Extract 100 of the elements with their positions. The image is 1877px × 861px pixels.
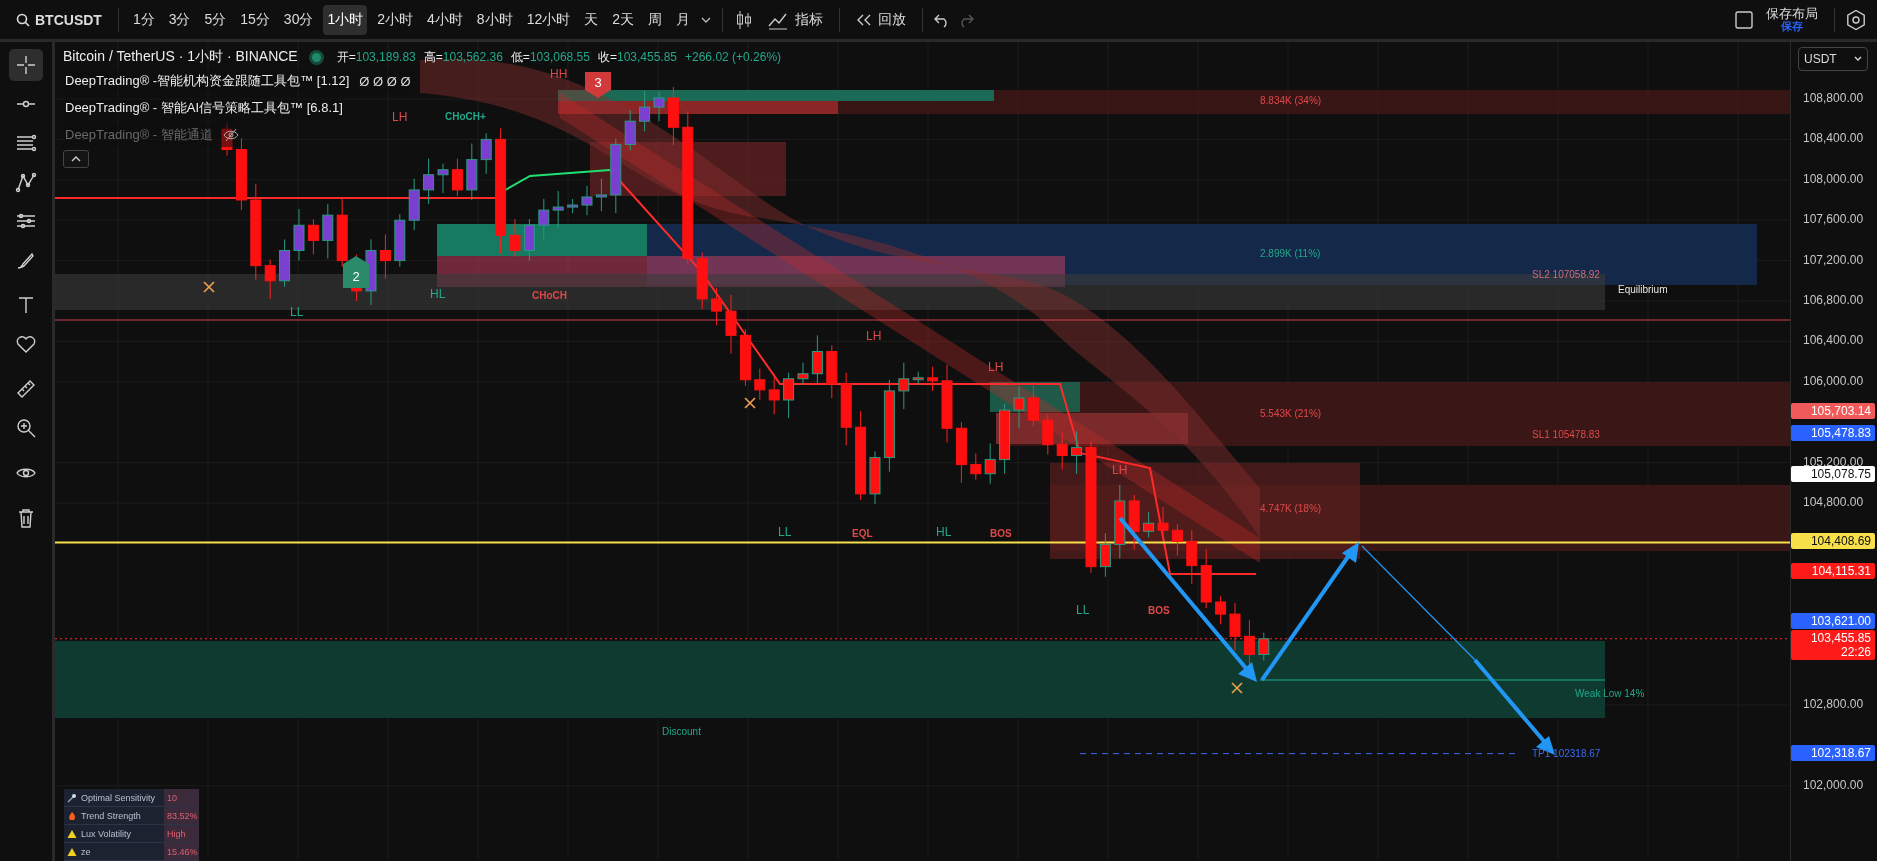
price-tick: 102,800.00 xyxy=(1803,697,1864,711)
interval-tab[interactable]: 8小时 xyxy=(472,4,517,35)
price-tick: 108,400.00 xyxy=(1803,131,1864,146)
price-tag: 105,478.83 xyxy=(1791,425,1875,442)
symbol-search[interactable]: BTCUSDT xyxy=(10,7,108,32)
stat-label: Optimal Sensitivity xyxy=(64,792,164,803)
interval-tab[interactable]: 2天 xyxy=(608,4,638,35)
chart-label: HL xyxy=(936,525,952,539)
candle xyxy=(1171,523,1183,556)
chart-label: LL xyxy=(1076,603,1090,617)
candle xyxy=(667,86,679,146)
interval-tab[interactable]: 5分 xyxy=(200,4,231,35)
price-tick: 102,000.00 xyxy=(1803,777,1864,792)
eye-off-icon[interactable] xyxy=(222,128,239,142)
indicators-button[interactable]: 指标 xyxy=(761,5,829,34)
candle xyxy=(581,185,593,216)
chart-label: EQL xyxy=(852,528,873,539)
interval-tab[interactable]: 周 xyxy=(644,4,666,35)
ohlc-value: 低=103,068.55 xyxy=(510,48,590,66)
interval-tab[interactable]: 4小时 xyxy=(423,4,467,35)
candle xyxy=(466,142,478,201)
candle xyxy=(1157,506,1169,541)
ohlc-value: 开=103,189.83 xyxy=(336,48,416,66)
candle xyxy=(639,90,651,132)
square-icon[interactable] xyxy=(1734,9,1754,30)
candle xyxy=(1200,548,1212,609)
price-tag: 104,408.69 xyxy=(1791,533,1875,550)
stat-value: 15.46% xyxy=(164,843,199,860)
interval-tab[interactable]: 30分 xyxy=(279,4,318,35)
candle xyxy=(955,421,967,484)
candle xyxy=(1128,494,1140,550)
candle xyxy=(739,328,751,387)
chart-label: SL1 105478.83 xyxy=(1532,429,1600,440)
indicator-legend[interactable]: DeepTrading® -智能机构资金跟随工具包™ [1.12] Ø Ø Ø Ø xyxy=(63,69,413,93)
candle xyxy=(552,190,564,229)
interval-tab[interactable]: 15分 xyxy=(236,4,274,35)
candle xyxy=(567,198,579,214)
chart-label: LH xyxy=(392,110,408,124)
candle xyxy=(927,366,939,392)
candle xyxy=(1056,432,1068,471)
crosshair-icon[interactable] xyxy=(9,49,43,81)
candle xyxy=(1143,511,1155,538)
chart-label: SL2 107058.92 xyxy=(1532,269,1600,280)
candle xyxy=(293,208,305,262)
candle xyxy=(264,259,276,300)
candle xyxy=(970,453,982,481)
search-icon xyxy=(16,12,30,27)
candle xyxy=(711,287,723,326)
replay-button[interactable]: 回放 xyxy=(850,6,912,33)
candle xyxy=(523,218,535,262)
price-tag: 102,318.67 xyxy=(1791,744,1875,761)
candle xyxy=(653,91,665,122)
flame-icon xyxy=(67,810,77,821)
candle xyxy=(912,371,924,386)
indicator-values: Ø Ø Ø Ø xyxy=(359,73,411,89)
candle xyxy=(1258,632,1270,662)
candle xyxy=(322,203,334,260)
interval-tab[interactable]: 天 xyxy=(580,4,603,35)
candle xyxy=(984,442,996,485)
price-tick: 108,800.00 xyxy=(1803,91,1864,105)
chart-label: LH xyxy=(1112,463,1128,477)
save-layout-title: 保存布局 xyxy=(1766,6,1818,21)
stat-value: 10 xyxy=(164,789,199,806)
price-tick: 107,200.00 xyxy=(1803,252,1864,267)
ohlc-value: 高=103,562.36 xyxy=(423,48,503,66)
candle xyxy=(1229,602,1241,651)
caret-up-icon xyxy=(70,155,82,163)
interval-tab[interactable]: 12小时 xyxy=(522,4,575,35)
interval-tab[interactable]: 3分 xyxy=(164,4,195,35)
candle xyxy=(1042,413,1054,455)
candle xyxy=(754,368,766,401)
symbol-title: Bitcoin / TetherUS · 1小时 · BINANCE xyxy=(63,48,298,66)
save-status: 保存 xyxy=(1781,20,1803,33)
settings-icon[interactable] xyxy=(1845,8,1867,31)
chart-label: Weak Low 14% xyxy=(1575,688,1645,699)
price-tick: 106,800.00 xyxy=(1803,293,1864,307)
save-layout-button[interactable]: 保存布局 保存 xyxy=(1760,6,1824,33)
price-change: +266.02 (+0.26%) xyxy=(685,50,782,64)
interval-tab[interactable]: 1分 xyxy=(128,4,159,35)
chart-label: 5.543K (21%) xyxy=(1260,408,1322,419)
currency-dropdown[interactable]: USDT xyxy=(1798,47,1868,71)
market-status-icon xyxy=(311,52,321,62)
stat-value: High xyxy=(164,825,199,842)
cross-mark-icon xyxy=(744,397,756,409)
stat-label: Trend Strength xyxy=(64,810,164,821)
indicator-legend[interactable]: DeepTrading® - 智能通道 xyxy=(63,123,241,147)
chart-label: LL xyxy=(290,305,304,319)
interval-tab[interactable]: 1小时 xyxy=(323,4,368,35)
candle xyxy=(1027,381,1039,427)
stat-label: ze xyxy=(64,846,164,857)
candle xyxy=(221,122,233,157)
candle xyxy=(538,198,550,240)
candle xyxy=(509,218,521,258)
stat-value: 83.52% xyxy=(164,807,199,824)
collapse-button[interactable] xyxy=(63,150,89,168)
interval-tab[interactable]: 2小时 xyxy=(373,4,418,35)
candle xyxy=(394,213,406,268)
interval-tab[interactable]: 月 xyxy=(672,4,694,35)
candle xyxy=(797,362,809,386)
warning-icon xyxy=(67,828,77,839)
